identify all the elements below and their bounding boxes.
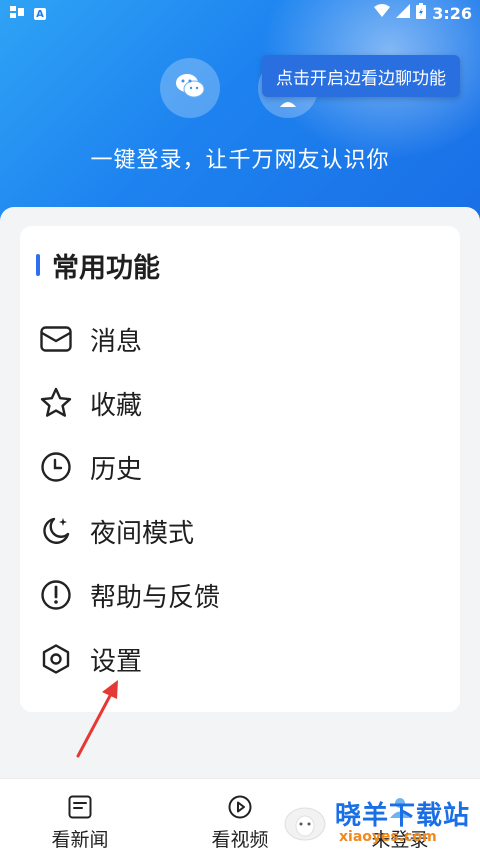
moon-icon: [38, 513, 74, 549]
wifi-icon: [374, 4, 391, 22]
nav-label: 看新闻: [51, 829, 109, 851]
login-prompt[interactable]: 一键登录，让千万网友认识你: [0, 142, 480, 174]
status-time: 3:26: [432, 3, 472, 23]
news-icon: [68, 795, 92, 819]
menu-item-night-mode[interactable]: 夜间模式: [38, 508, 438, 554]
hexagon-settings-icon: [38, 641, 74, 677]
play-icon: [228, 795, 252, 819]
menu-item-help-feedback[interactable]: 帮助与反馈: [38, 572, 438, 618]
sheep-mascot-icon: [284, 807, 326, 841]
title-accent-bar: [36, 254, 40, 276]
section-title: 常用功能: [36, 245, 160, 285]
chat-feature-tooltip[interactable]: 点击开启边看边聊功能: [262, 55, 460, 97]
menu-item-favorites[interactable]: 收藏: [38, 380, 438, 426]
signal-icon: [396, 4, 411, 22]
menu-item-label: 帮助与反馈: [90, 582, 221, 613]
watermark: 晓羊下载站 xiaoyes.com: [335, 795, 475, 851]
header-background: [0, 0, 480, 232]
menu-item-messages[interactable]: 消息: [38, 316, 438, 362]
a-icon: A: [34, 8, 46, 20]
wechat-login-button[interactable]: [160, 58, 220, 118]
battery-icon: [416, 3, 427, 23]
watermark-title: 晓羊下载站: [335, 801, 471, 831]
status-bar: A 3:26: [0, 0, 480, 26]
star-icon: [38, 385, 74, 421]
clock-icon: [38, 449, 74, 485]
annotation-arrow: [76, 680, 118, 758]
menu-item-label: 设置: [90, 646, 143, 677]
envelope-icon: [38, 321, 74, 357]
menu-item-history[interactable]: 历史: [38, 444, 438, 490]
menu-item-settings[interactable]: 设置: [38, 636, 438, 682]
wechat-icon: [175, 73, 205, 103]
menu-item-label: 收藏: [90, 390, 143, 421]
menu-item-label: 历史: [90, 454, 143, 485]
watermark-url: xiaoyes.com: [339, 829, 437, 845]
section-title-text: 常用功能: [52, 252, 160, 284]
menu-item-label: 夜间模式: [90, 518, 195, 549]
menu-item-label: 消息: [90, 326, 143, 357]
notification-icon: [8, 4, 26, 24]
nav-tab-news[interactable]: 看新闻: [20, 779, 140, 854]
exclamation-icon: [38, 577, 74, 613]
